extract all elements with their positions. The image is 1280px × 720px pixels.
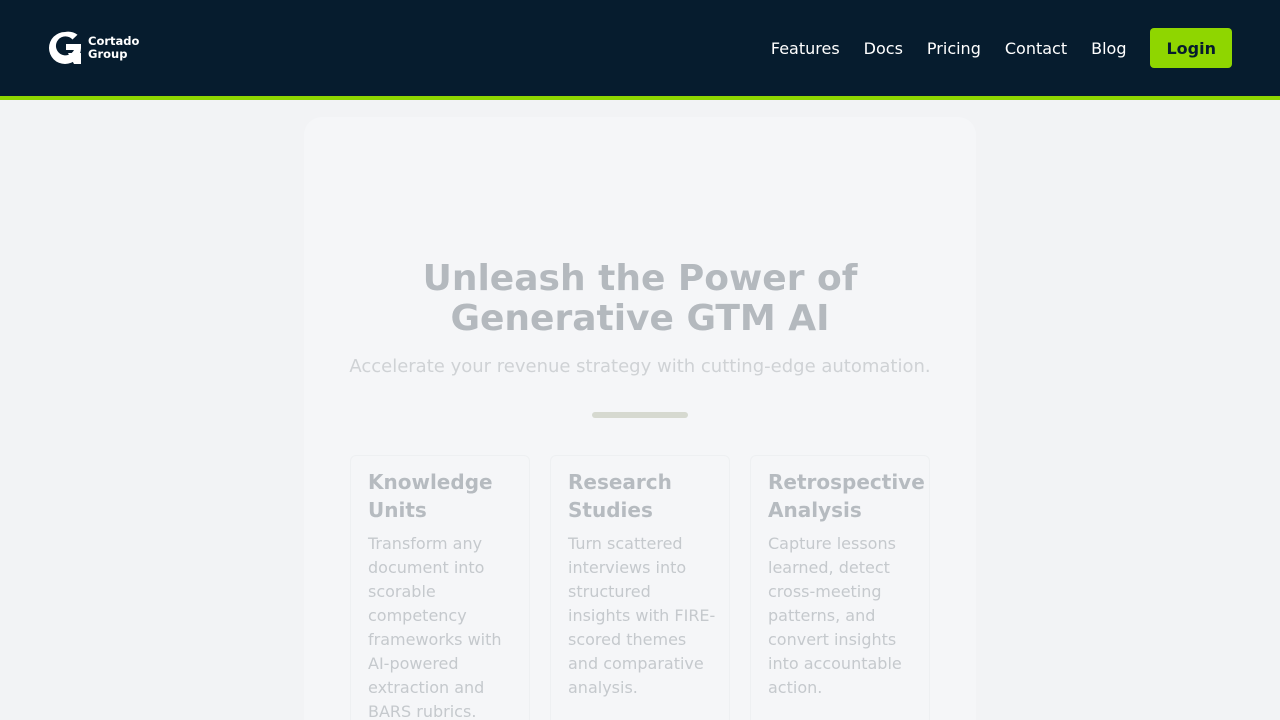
hero-subtitle: Accelerate your revenue strategy with cu… <box>349 356 931 377</box>
feature-card-description: Transform any document into scorable com… <box>368 534 502 720</box>
top-navbar: Cortado Group Features Docs Pricing Cont… <box>0 0 1280 96</box>
feature-card-description: Capture lessons learned, detect cross-me… <box>768 534 902 697</box>
brand-name: Cortado Group <box>88 35 139 61</box>
login-button[interactable]: Login <box>1150 28 1232 68</box>
feature-card-description: Turn scattered interviews into structure… <box>568 534 716 697</box>
hero-panel: Unleash the Power of Generative GTM AI A… <box>304 117 976 720</box>
feature-card-retrospective-analysis: Retrospective Analysis Capture lessons l… <box>750 455 930 720</box>
brand-name-line2: Group <box>88 47 128 61</box>
feature-card-research-studies: Research Studies Turn scattered intervie… <box>550 455 730 720</box>
cortado-logo-icon <box>49 31 81 64</box>
feature-card-title: Knowledge Units <box>368 470 493 522</box>
feature-card-title: Retrospective Analysis <box>768 470 925 522</box>
nav-link-contact[interactable]: Contact <box>1005 39 1067 58</box>
header-accent-line <box>0 96 1280 100</box>
feature-card-title: Research Studies <box>568 470 672 522</box>
feature-card-knowledge-units: Knowledge Units Transform any document i… <box>350 455 530 720</box>
hero-title: Unleash the Power of Generative GTM AI <box>304 259 976 339</box>
main-nav: Features Docs Pricing Contact Blog Login <box>771 28 1232 68</box>
nav-link-features[interactable]: Features <box>771 39 840 58</box>
hero-title-line1: Unleash the Power of <box>422 258 858 299</box>
brand-logo[interactable]: Cortado Group <box>48 31 139 65</box>
nav-link-blog[interactable]: Blog <box>1091 39 1126 58</box>
hero-title-line2: Generative GTM AI <box>450 298 830 339</box>
nav-link-docs[interactable]: Docs <box>864 39 903 58</box>
nav-link-pricing[interactable]: Pricing <box>927 39 981 58</box>
hero-divider <box>592 412 688 418</box>
